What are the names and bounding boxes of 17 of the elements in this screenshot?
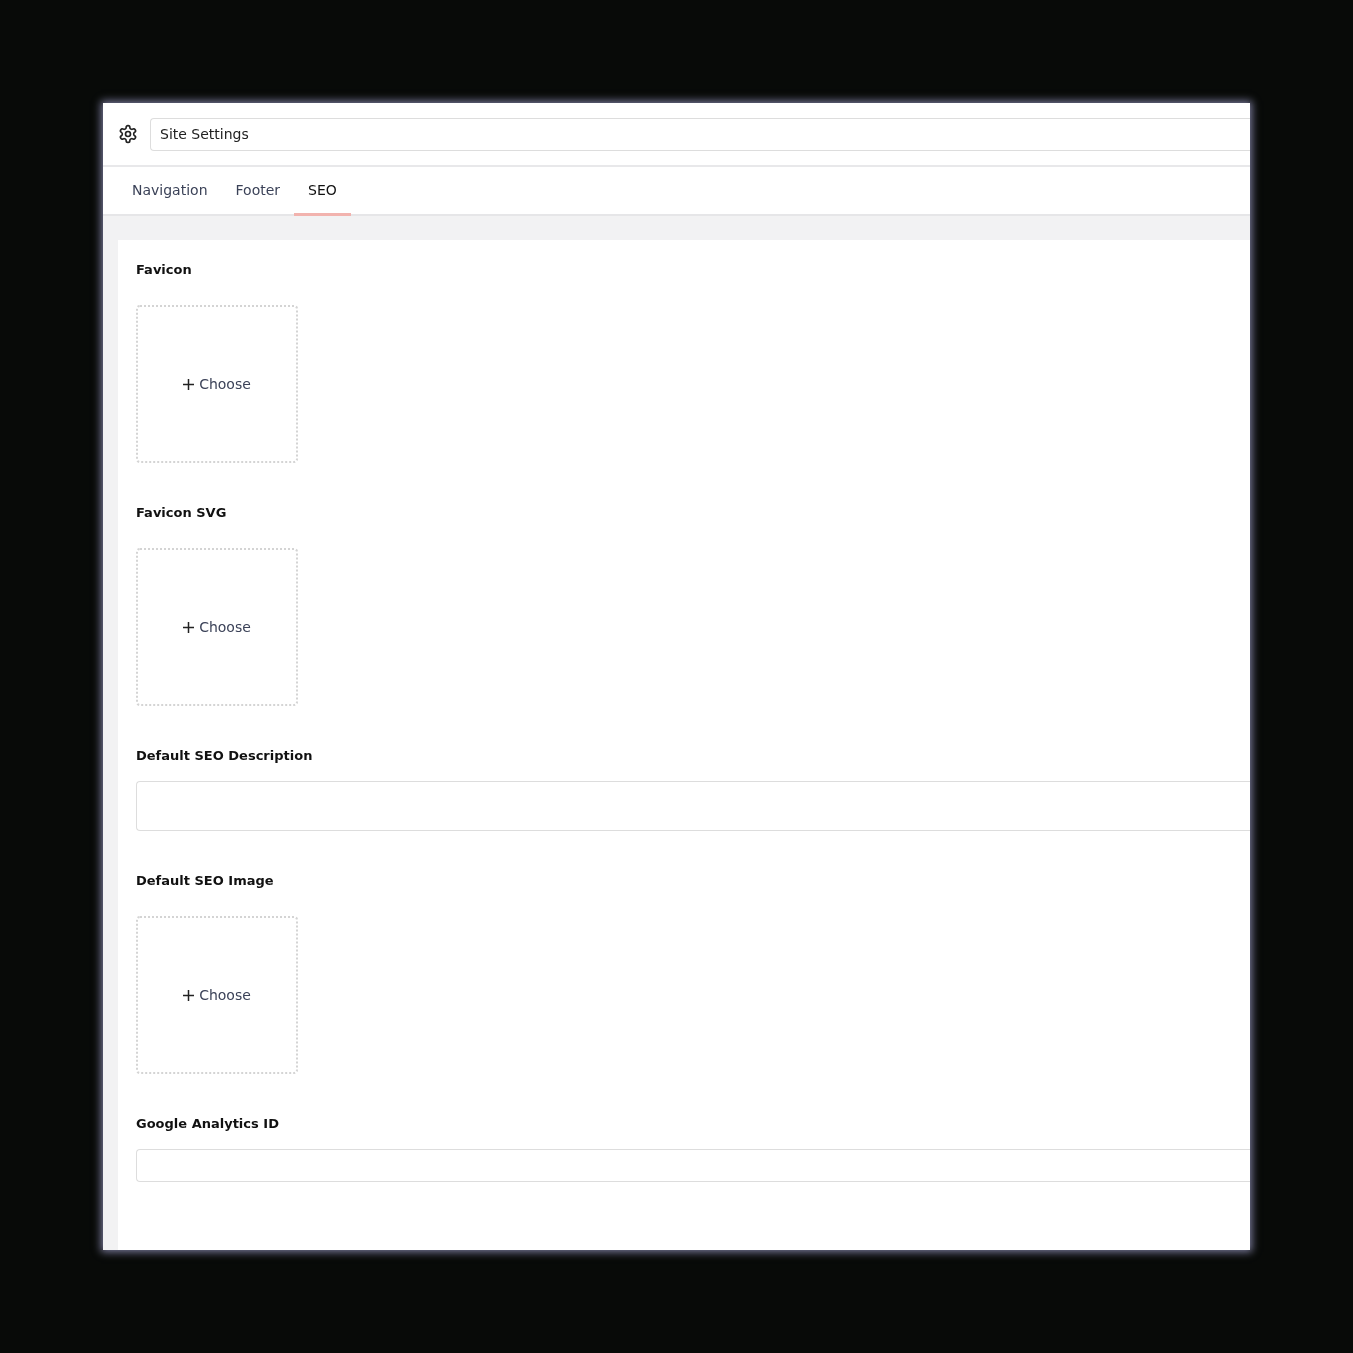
settings-icon[interactable] bbox=[118, 124, 138, 144]
choose-upload-button[interactable]: Choose bbox=[136, 916, 298, 1074]
field-label: Default SEO Description bbox=[136, 748, 314, 763]
plus-icon bbox=[183, 378, 195, 390]
description-field[interactable] bbox=[136, 781, 1250, 831]
field-label: Favicon bbox=[136, 262, 193, 277]
plus-icon bbox=[183, 989, 195, 1001]
tab[interactable]: Footer bbox=[221, 167, 295, 216]
plus-icon bbox=[183, 621, 195, 633]
input-field[interactable] bbox=[136, 1149, 1250, 1182]
field-label: Default SEO Image bbox=[136, 873, 275, 888]
field-label: Favicon SVG bbox=[136, 505, 228, 520]
title-field[interactable]: Site Settings bbox=[150, 117, 1250, 151]
field-label: Google Analytics ID bbox=[136, 1116, 280, 1131]
tab[interactable]: Navigation bbox=[118, 167, 222, 216]
choose-upload-button[interactable]: Choose bbox=[136, 548, 298, 706]
choose-upload-button[interactable]: Choose bbox=[136, 305, 298, 463]
